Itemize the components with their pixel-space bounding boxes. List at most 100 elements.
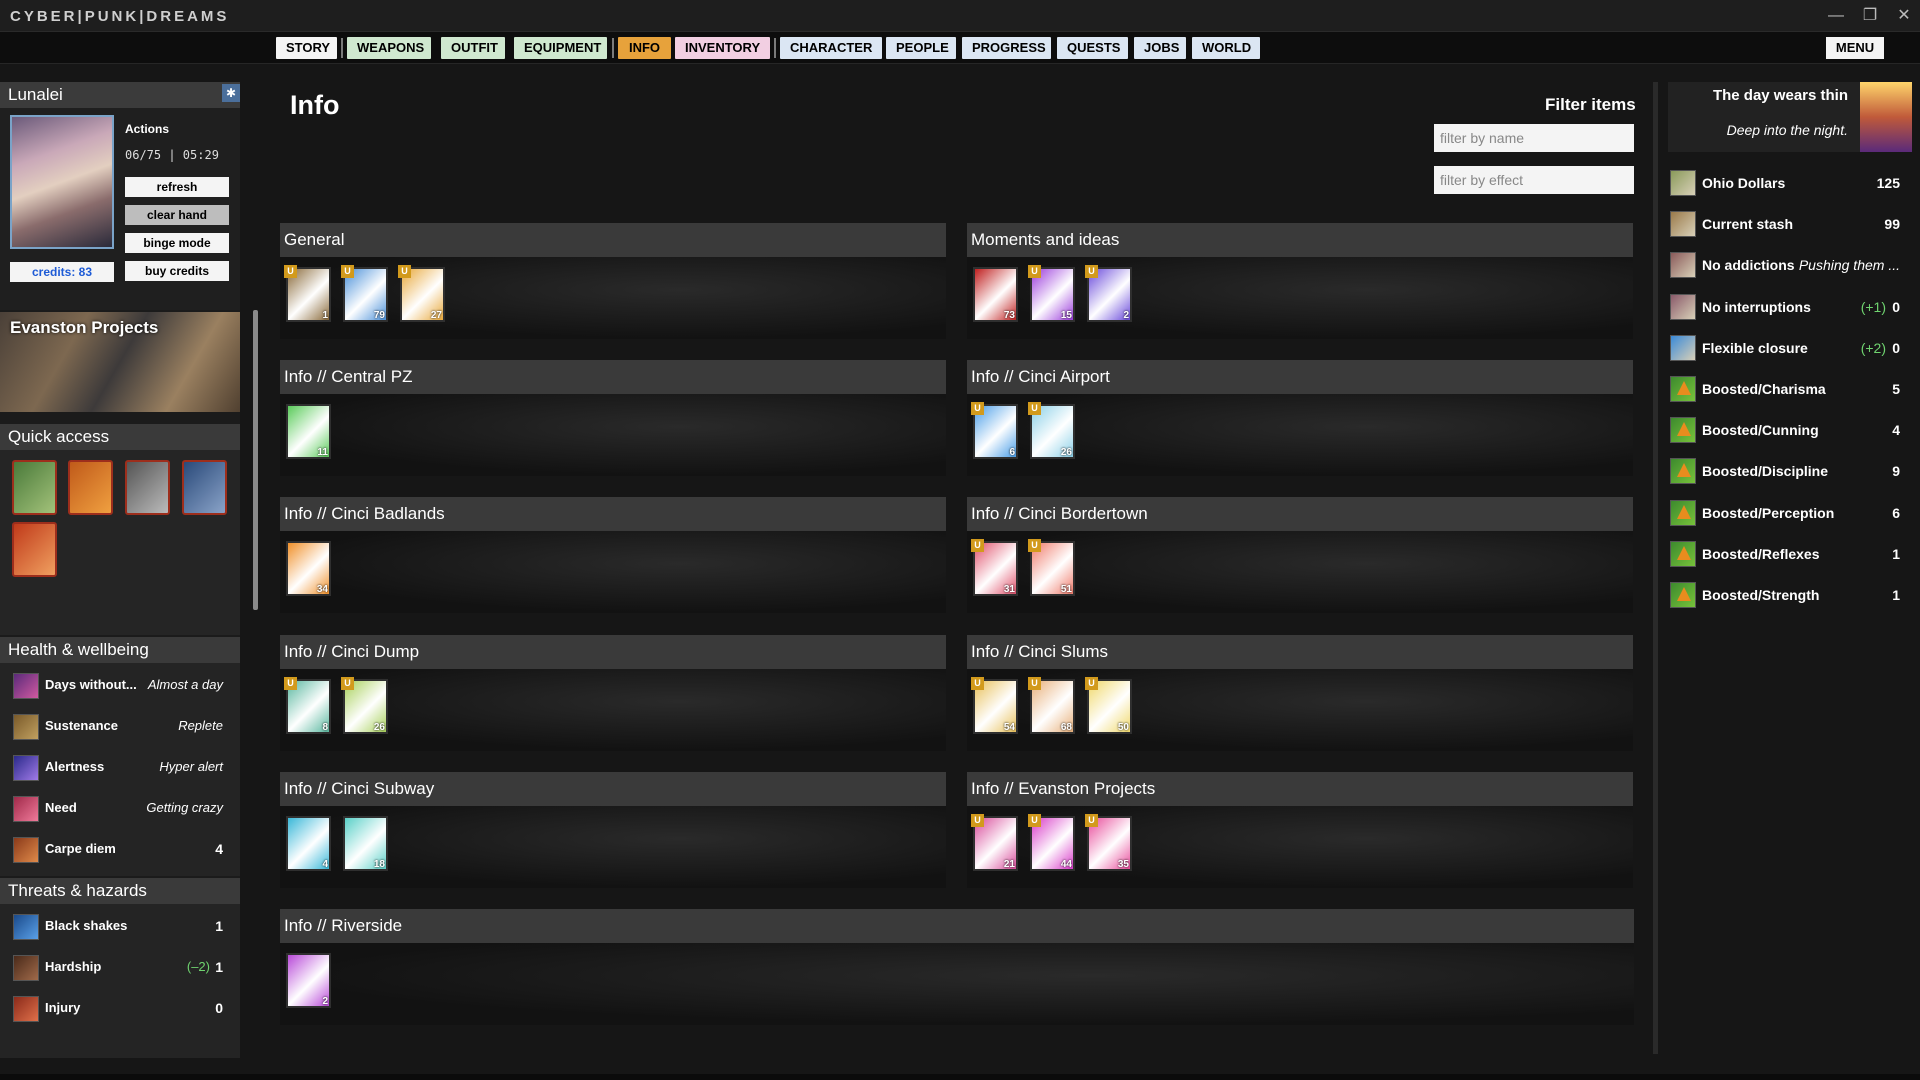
resource-row[interactable]: Ohio Dollars 125: [1668, 166, 1912, 200]
health-panel: Days without... Almost a day Sustenance …: [0, 663, 240, 876]
info-card-icon[interactable]: U2: [1085, 265, 1132, 322]
resource-name: Boosted/Reflexes: [1702, 545, 1820, 562]
quick-item-can-icon[interactable]: [68, 460, 113, 515]
section-title: Moments and ideas: [967, 223, 1633, 257]
credits-badge[interactable]: credits: 83: [10, 262, 114, 282]
info-card-icon[interactable]: U 50: [1085, 677, 1132, 734]
info-card-icon[interactable]: U 54: [971, 677, 1018, 734]
menu-button[interactable]: MENU: [1826, 37, 1884, 59]
tab-info[interactable]: INFO: [618, 37, 671, 59]
health-row[interactable]: Need Getting crazy: [0, 788, 240, 829]
info-card-icon[interactable]: U 44: [1028, 814, 1075, 871]
resource-row[interactable]: Boosted/Strength 1: [1668, 578, 1912, 612]
card-count: 8: [322, 722, 328, 733]
stat-name: Black shakes: [45, 918, 128, 933]
info-card-icon[interactable]: U 26: [341, 677, 388, 734]
tab-character[interactable]: CHARACTER: [780, 37, 882, 59]
card-count: 73: [1003, 310, 1015, 321]
close-icon[interactable]: ✕: [1892, 6, 1916, 26]
health-row[interactable]: Carpe diem 4: [0, 829, 240, 870]
section-body: 4 18: [280, 806, 946, 888]
health-row[interactable]: Days without... Almost a day: [0, 665, 240, 706]
resource-icon: [1670, 293, 1696, 320]
unique-badge: U: [1028, 677, 1041, 690]
restore-icon[interactable]: ❐: [1858, 6, 1882, 26]
info-card-icon[interactable]: 2: [286, 953, 331, 1008]
quick-item-crate-icon[interactable]: [12, 460, 57, 515]
card-count: 50: [1117, 722, 1129, 733]
tab-jobs[interactable]: JOBS: [1134, 37, 1186, 59]
clear-hand-button[interactable]: clear hand: [125, 205, 229, 225]
info-card-icon[interactable]: U6: [971, 402, 1018, 459]
need-icon: [13, 796, 39, 822]
info-card-icon[interactable]: U 31: [971, 539, 1018, 596]
quick-item-pills-icon[interactable]: [125, 460, 170, 515]
filter-by-effect-input[interactable]: [1434, 166, 1634, 194]
resource-row[interactable]: No interruptions (+1) 0: [1668, 290, 1912, 324]
info-card-icon[interactable]: U 35: [1085, 814, 1132, 871]
resource-row[interactable]: Boosted/Perception 6: [1668, 496, 1912, 530]
info-card-icon[interactable]: U 79: [341, 265, 388, 322]
tab-inventory[interactable]: INVENTORY: [675, 37, 770, 59]
tab-progress[interactable]: PROGRESS: [962, 37, 1051, 59]
boost-arrow-icon: [1670, 417, 1696, 444]
location-panel[interactable]: Evanston Projects: [0, 312, 240, 412]
info-card-icon[interactable]: 11: [286, 404, 331, 459]
info-card-icon[interactable]: 73: [973, 267, 1018, 322]
boost-arrow-icon: [1670, 376, 1696, 402]
resource-row[interactable]: Boosted/Charisma 5: [1668, 372, 1912, 406]
info-card-icon[interactable]: 34: [286, 541, 331, 596]
tab-story[interactable]: STORY: [276, 37, 337, 59]
info-card-icon[interactable]: U1: [284, 265, 331, 322]
tab-world[interactable]: WORLD: [1192, 37, 1260, 59]
info-card-icon[interactable]: U 27: [398, 265, 445, 322]
info-card-icon[interactable]: 18: [343, 816, 388, 871]
threat-row[interactable]: Black shakes 1: [0, 906, 240, 947]
resource-row[interactable]: Flexible closure (+2) 0: [1668, 331, 1912, 365]
left-scrollbar[interactable]: [253, 310, 258, 610]
unique-badge: U: [1085, 265, 1098, 278]
edit-icon[interactable]: ✱: [222, 84, 240, 102]
bottom-bar: [0, 1074, 1920, 1080]
info-card-icon[interactable]: U 21: [971, 814, 1018, 871]
resource-row[interactable]: No addictions Pushing them ...: [1668, 248, 1912, 282]
info-card-icon[interactable]: 4: [286, 816, 331, 871]
tab-weapons[interactable]: WEAPONS: [347, 37, 431, 59]
section-body: U 6 U 26: [967, 394, 1633, 476]
avatar[interactable]: [10, 115, 114, 249]
card-count: 26: [373, 722, 385, 733]
health-row[interactable]: Alertness Hyper alert: [0, 747, 240, 788]
resource-value: Pushing them ...: [1798, 257, 1900, 274]
resource-row[interactable]: Boosted/Discipline 9: [1668, 454, 1912, 488]
filter-by-name-input[interactable]: [1434, 124, 1634, 152]
quick-item-device-icon[interactable]: [182, 460, 227, 515]
unique-badge: U: [284, 677, 297, 690]
resource-value: 0: [1892, 339, 1900, 356]
section-title: Info // Riverside: [280, 909, 1634, 943]
resource-row[interactable]: Current stash 99: [1668, 207, 1912, 241]
threats-header: Threats & hazards: [0, 878, 240, 904]
threats-panel: Black shakes 1 Hardship (–2) 1 Injury 0: [0, 904, 240, 1058]
info-card-icon[interactable]: U 68: [1028, 677, 1075, 734]
quick-item-stick-icon[interactable]: [12, 522, 57, 577]
actions-title: Actions: [125, 122, 170, 136]
tab-outfit[interactable]: OUTFIT: [441, 37, 505, 59]
tab-people[interactable]: PEOPLE: [886, 37, 956, 59]
info-card-icon[interactable]: U8: [284, 677, 331, 734]
info-card-icon[interactable]: U 26: [1028, 402, 1075, 459]
tab-quests[interactable]: QUESTS: [1057, 37, 1128, 59]
threat-row[interactable]: Hardship (–2) 1: [0, 947, 240, 988]
minimize-icon[interactable]: —: [1824, 6, 1848, 26]
resource-row[interactable]: Boosted/Cunning 4: [1668, 413, 1912, 447]
card-count: 11: [317, 447, 328, 458]
health-row[interactable]: Sustenance Replete: [0, 706, 240, 747]
refresh-button[interactable]: refresh: [125, 177, 229, 197]
main-scrollbar[interactable]: [1653, 82, 1658, 1054]
tab-equipment[interactable]: EQUIPMENT: [514, 37, 607, 59]
buy-credits-button[interactable]: buy credits: [125, 261, 229, 281]
info-card-icon[interactable]: U 15: [1028, 265, 1075, 322]
binge-mode-button[interactable]: binge mode: [125, 233, 229, 253]
resource-row[interactable]: Boosted/Reflexes 1: [1668, 537, 1912, 571]
threat-row[interactable]: Injury 0: [0, 988, 240, 1029]
info-card-icon[interactable]: U 51: [1028, 539, 1075, 596]
